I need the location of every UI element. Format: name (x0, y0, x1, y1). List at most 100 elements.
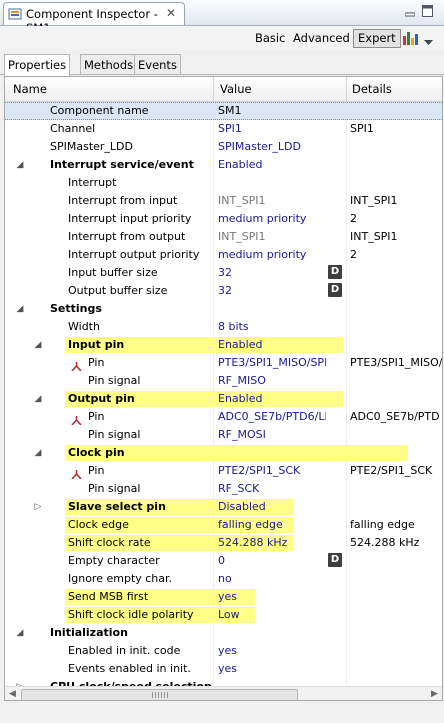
property-name: SPIMaster_LDD (50, 140, 133, 153)
property-name: Initialization (50, 626, 128, 639)
property-row[interactable]: Interrupt input priority medium priority 2 (5, 210, 442, 228)
property-value[interactable]: Enabled (218, 390, 326, 408)
property-value[interactable]: RF_MISO (218, 372, 326, 390)
property-value[interactable]: yes (218, 588, 326, 606)
property-value[interactable]: Low (218, 606, 326, 624)
property-row[interactable]: Channel SPI1 SPI1 (5, 120, 442, 138)
property-value[interactable]: medium priority (218, 210, 326, 228)
property-value[interactable]: 524.288 kHz (218, 534, 326, 552)
property-value[interactable]: SPIMaster_LDD (218, 138, 326, 156)
property-value[interactable]: Enabled (218, 336, 326, 354)
property-value[interactable]: RF_SCK (218, 480, 326, 498)
property-value[interactable]: 32 (218, 264, 326, 282)
property-row[interactable]: ◢ Interrupt service/event Enabled (5, 156, 442, 174)
property-name: Clock pin (68, 446, 125, 459)
minimize-icon[interactable] (404, 7, 416, 17)
property-row[interactable]: ◢ Clock pin (5, 444, 442, 462)
collapse-icon[interactable]: ◢ (15, 300, 25, 318)
property-row[interactable]: Width 8 bits (5, 318, 442, 336)
property-row[interactable]: Enabled in init. code yes (5, 642, 442, 660)
collapse-icon[interactable]: ◢ (15, 156, 25, 174)
default-value-button[interactable]: D (328, 553, 342, 567)
scroll-left-icon[interactable]: ◀ (9, 689, 16, 699)
property-name: Interrupt input priority (68, 212, 192, 225)
property-name: Shift clock rate (68, 536, 151, 549)
property-details: SPI1 (350, 122, 374, 135)
bar-chart-icon[interactable] (402, 31, 419, 49)
property-name: Pin (88, 356, 105, 369)
property-row[interactable]: ◢ Settings (5, 300, 442, 318)
property-value[interactable]: 8 bits (218, 318, 326, 336)
property-value[interactable]: yes (218, 642, 326, 660)
scroll-right-icon[interactable]: ▶ (431, 689, 438, 699)
property-row[interactable]: Input buffer size 32 D (5, 264, 442, 282)
column-header-name[interactable]: Name (8, 77, 47, 101)
default-value-button[interactable]: D (328, 265, 342, 279)
property-row[interactable]: Pin signal RF_MOSI (5, 426, 442, 444)
column-header-value[interactable]: Value (215, 77, 252, 101)
default-value-button[interactable]: D (328, 283, 342, 297)
property-value[interactable]: Disabled (218, 498, 326, 516)
property-row[interactable]: Pin ADC0_SE7b/PTD6/LL... ADC0_SE7b/PTD (5, 408, 442, 426)
property-value[interactable]: ADC0_SE7b/PTD6/LL... (218, 408, 326, 426)
property-value[interactable]: 32 (218, 282, 326, 300)
tab-events[interactable]: Events (134, 54, 181, 75)
collapse-icon[interactable]: ◢ (33, 390, 43, 408)
advanced-mode-button[interactable]: Advanced (293, 30, 350, 47)
property-row[interactable]: Component name SM1 (5, 102, 442, 120)
property-name: Input buffer size (68, 266, 158, 279)
property-row[interactable]: Empty character 0 D (5, 552, 442, 570)
property-row[interactable]: Pin PTE2/SPI1_SCK PTE2/SPI1_SCK (5, 462, 442, 480)
view-menu-chevron-down-icon[interactable] (424, 36, 433, 49)
property-name: Pin signal (88, 482, 141, 495)
property-value[interactable]: SPI1 (218, 120, 326, 138)
property-row[interactable]: SPIMaster_LDD SPIMaster_LDD (5, 138, 442, 156)
property-value[interactable]: INT_SPI1 (218, 228, 326, 246)
expert-mode-button[interactable]: Expert (353, 29, 401, 48)
collapse-icon[interactable]: ◢ (33, 444, 43, 462)
column-divider[interactable] (213, 77, 214, 101)
horizontal-scrollbar[interactable]: ◀ ▶ (5, 686, 442, 700)
property-row[interactable]: Pin signal RF_MISO (5, 372, 442, 390)
collapse-icon[interactable]: ◢ (15, 624, 25, 642)
close-icon[interactable]: ✕ (166, 6, 176, 20)
property-value[interactable]: no (218, 570, 326, 588)
property-row[interactable]: Interrupt output priority medium priority… (5, 246, 442, 264)
property-value[interactable]: 0 (218, 552, 326, 570)
property-row[interactable]: ◢ Initialization (5, 624, 442, 642)
property-row[interactable]: Pin PTE3/SPI1_MISO/SPI1... PTE3/SPI1_MISO/ (5, 354, 442, 372)
property-row[interactable]: ◢ Output pin Enabled (5, 390, 442, 408)
property-value[interactable]: falling edge (218, 516, 326, 534)
property-value[interactable]: PTE2/SPI1_SCK (218, 462, 326, 480)
property-row[interactable]: Interrupt from input INT_SPI1 INT_SPI1 (5, 192, 442, 210)
property-row[interactable]: Shift clock rate 524.288 kHz 524.288 kHz (5, 534, 442, 552)
property-value[interactable]: INT_SPI1 (218, 192, 326, 210)
property-name: Interrupt service/event (50, 158, 194, 171)
property-row[interactable]: Interrupt (5, 174, 442, 192)
property-row[interactable]: Output buffer size 32 D (5, 282, 442, 300)
property-value[interactable]: yes (218, 660, 326, 678)
property-value[interactable]: PTE3/SPI1_MISO/SPI1... (218, 354, 326, 372)
basic-mode-button[interactable]: Basic (255, 30, 285, 47)
property-row[interactable]: Send MSB first yes (5, 588, 442, 606)
tab-methods[interactable]: Methods (80, 54, 138, 75)
scrollbar-thumb[interactable] (21, 689, 298, 700)
property-value[interactable]: medium priority (218, 246, 326, 264)
column-header-details[interactable]: Details (347, 77, 392, 101)
property-row[interactable]: Events enabled in init. yes (5, 660, 442, 678)
property-row[interactable]: ▷ Slave select pin Disabled (5, 498, 442, 516)
property-row[interactable]: Ignore empty char. no (5, 570, 442, 588)
maximize-icon[interactable] (422, 5, 433, 17)
collapse-icon[interactable]: ◢ (33, 336, 43, 354)
property-row[interactable]: Pin signal RF_SCK (5, 480, 442, 498)
tab-properties[interactable]: Properties (4, 54, 71, 76)
property-row[interactable]: ◢ Input pin Enabled (5, 336, 442, 354)
property-row[interactable]: Shift clock idle polarity Low (5, 606, 442, 624)
view-tab-component-inspector[interactable]: Component Inspector - SM1 ✕ (3, 2, 185, 35)
property-row[interactable]: Clock edge falling edge falling edge (5, 516, 442, 534)
property-value[interactable]: Enabled (218, 156, 326, 174)
expand-icon[interactable]: ▷ (33, 498, 43, 516)
property-value[interactable]: RF_MOSI (218, 426, 326, 444)
property-row[interactable]: Interrupt from output INT_SPI1 INT_SPI1 (5, 228, 442, 246)
property-value[interactable]: SM1 (218, 103, 326, 119)
